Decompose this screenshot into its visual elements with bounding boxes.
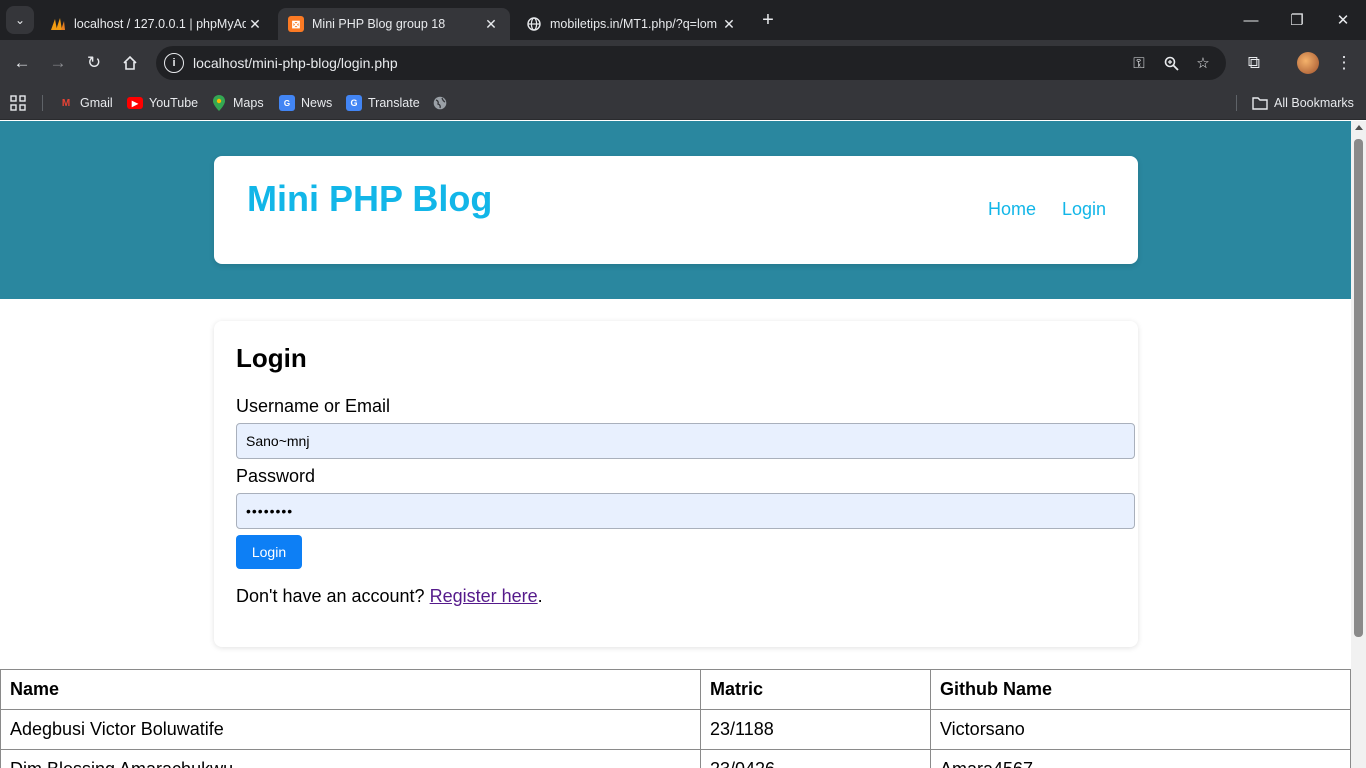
password-input[interactable]: •••••••• [236, 493, 1135, 529]
bookmark-label: YouTube [149, 96, 199, 110]
home-button[interactable] [116, 49, 144, 77]
bookmark-news[interactable]: G News [279, 93, 332, 113]
all-bookmarks-label: All Bookmarks [1274, 96, 1354, 110]
home-icon [123, 55, 137, 70]
tab-search-button[interactable]: ⌄ [6, 6, 34, 34]
register-prompt-line: Don't have an account? Register here. [236, 586, 543, 607]
close-tab-icon[interactable]: ✕ [482, 16, 500, 33]
cell-name: Dim Blessing Amarachukwu [0, 749, 701, 768]
site-header: Mini PHP Blog Home Login [214, 156, 1138, 264]
bookmark-translate[interactable]: G Translate [346, 93, 420, 113]
bookmark-label: News [301, 96, 333, 110]
all-bookmarks-button[interactable]: All Bookmarks [1252, 93, 1354, 113]
reload-button[interactable]: ↻ [80, 49, 108, 77]
register-link[interactable]: Register here [430, 586, 538, 606]
bookmark-star-icon[interactable]: ☆ [1192, 52, 1214, 74]
close-tab-icon[interactable]: ✕ [720, 16, 738, 33]
bookmark-label: Maps [233, 96, 264, 110]
scrollbar-thumb[interactable] [1354, 139, 1363, 637]
bookmark-gmail[interactable]: M Gmail [58, 93, 113, 113]
page-scrollbar[interactable] [1351, 121, 1366, 768]
register-suffix: . [537, 586, 543, 606]
browser-tab-mobiletips[interactable]: mobiletips.in/MT1.php/?q=lom ✕ [516, 8, 748, 40]
phpmyadmin-icon [50, 16, 66, 32]
close-window-button[interactable]: ✕ [1320, 0, 1366, 40]
cell-github: Amara4567 [930, 749, 1351, 768]
password-key-icon[interactable]: ⚿ [1128, 52, 1150, 74]
back-button[interactable]: ← [8, 49, 36, 77]
youtube-icon: ▶ [127, 97, 143, 109]
close-tab-icon[interactable]: ✕ [246, 16, 264, 33]
xampp-icon: ⊠ [288, 16, 304, 32]
folder-icon [1252, 95, 1268, 111]
column-header-name: Name [0, 669, 701, 710]
username-input[interactable]: Sano~mnj [236, 423, 1135, 459]
header-banner: Mini PHP Blog Home Login [0, 121, 1351, 299]
tab-title: mobiletips.in/MT1.php/?q=lom [550, 17, 718, 31]
puzzle-icon: ⧉ [1247, 53, 1261, 72]
group-members-table: Name Matric Github Name Adegbusi Victor … [0, 669, 1351, 768]
bookmark-label: Translate [368, 96, 420, 110]
profile-avatar[interactable] [1297, 52, 1319, 74]
maps-icon [211, 95, 227, 111]
minimize-button[interactable]: — [1228, 0, 1274, 40]
tab-title: localhost / 127.0.0.1 | phpMyAdmin [74, 17, 246, 31]
table-row: Adegbusi Victor Boluwatife 23/1188 Victo… [0, 709, 1351, 750]
column-header-github: Github Name [930, 669, 1351, 710]
globe-icon [432, 95, 448, 111]
bookmark-maps[interactable]: Maps [211, 93, 264, 113]
bookmark-globe[interactable] [432, 93, 454, 113]
bookmarks-divider [1236, 95, 1237, 111]
login-submit-button[interactable]: Login [236, 535, 302, 569]
username-label: Username or Email [236, 396, 391, 416]
login-heading: Login [236, 343, 307, 373]
browser-toolbar: ← → ↻ i localhost/mini-php-blog/login.ph… [0, 40, 1366, 86]
restore-button[interactable]: ❐ [1274, 0, 1320, 40]
cell-github: Victorsano [930, 709, 1351, 750]
column-header-matric: Matric [700, 669, 931, 710]
cell-name: Adegbusi Victor Boluwatife [0, 709, 701, 750]
login-form-card: Login Username or Email Sano~mnj Passwor… [214, 321, 1138, 647]
site-info-icon[interactable]: i [164, 53, 184, 73]
bookmarks-bar: M Gmail ▶ YouTube Maps G News G Translat… [0, 86, 1366, 120]
site-title[interactable]: Mini PHP Blog [247, 178, 492, 220]
reload-icon: ↻ [86, 53, 102, 72]
register-prompt-text: Don't have an account? [236, 586, 425, 606]
news-icon: G [279, 95, 295, 111]
new-tab-button[interactable]: + [756, 8, 780, 32]
nav-home-link[interactable]: Home [988, 199, 1036, 220]
translate-icon: G [346, 95, 362, 111]
browser-tab-mini-php-blog[interactable]: ⊠ Mini PHP Blog group 18 ✕ [278, 8, 510, 40]
globe-icon [526, 16, 542, 32]
cell-matric: 23/1188 [700, 709, 931, 750]
arrow-right-icon: → [49, 53, 67, 72]
extensions-button[interactable]: ⧉ [1240, 49, 1268, 77]
browser-tab-bar: ⌄ localhost / 127.0.0.1 | phpMyAdmin ✕ ⊠… [0, 0, 1366, 40]
chevron-down-icon: ⌄ [14, 13, 26, 27]
gmail-icon: M [61, 97, 71, 109]
address-bar[interactable]: i localhost/mini-php-blog/login.php ⚿ ☆ [156, 46, 1226, 80]
password-label: Password [236, 466, 316, 486]
bookmark-label: Gmail [80, 96, 113, 110]
url-text[interactable]: localhost/mini-php-blog/login.php [193, 55, 398, 71]
tab-title: Mini PHP Blog group 18 [312, 17, 446, 31]
page-viewport: Mini PHP Blog Home Login Login Username … [0, 121, 1351, 768]
scroll-up-arrow-icon[interactable] [1355, 125, 1363, 130]
forward-button[interactable]: → [44, 49, 72, 77]
more-vertical-icon: ⋮ [1335, 53, 1353, 72]
bookmarks-divider [42, 95, 43, 111]
zoom-icon[interactable] [1160, 52, 1182, 74]
browser-tab-phpmyadmin[interactable]: localhost / 127.0.0.1 | phpMyAdmin ✕ [40, 8, 274, 40]
nav-login-link[interactable]: Login [1062, 199, 1106, 220]
arrow-left-icon: ← [13, 53, 31, 72]
bookmark-youtube[interactable]: ▶ YouTube [127, 93, 198, 113]
table-row: Dim Blessing Amarachukwu 23/0426 Amara45… [0, 749, 1351, 768]
apps-grid-icon [10, 95, 26, 111]
apps-button[interactable] [10, 93, 26, 113]
cell-matric: 23/0426 [700, 749, 931, 768]
browser-menu-button[interactable]: ⋮ [1330, 49, 1358, 77]
table-header-row: Name Matric Github Name [0, 669, 1351, 710]
